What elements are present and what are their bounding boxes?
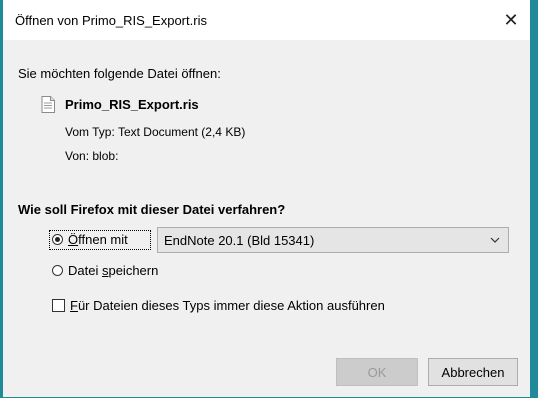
file-source-label: Von:: [65, 149, 90, 163]
chevron-down-icon: [490, 237, 500, 243]
application-select-value: EndNote 20.1 (Bld 15341): [164, 233, 315, 248]
dialog-title: Öffnen von Primo_RIS_Export.ris: [15, 13, 207, 28]
always-action-text: ür Dateien dieses Typs immer diese Aktio…: [77, 298, 385, 313]
prompt-text: Sie möchten folgende Datei öffnen:: [18, 66, 221, 81]
file-source-row: Von: blob:: [65, 149, 118, 163]
open-with-radio[interactable]: [52, 234, 63, 245]
always-action-accel: F: [70, 298, 78, 313]
save-file-label[interactable]: Datei speichern: [68, 263, 158, 278]
save-file-text-pre: Datei: [68, 263, 102, 278]
file-type-value: Text Document (2,4 KB): [117, 125, 246, 139]
open-with-text: ffnen mit: [78, 232, 128, 247]
title-bar: Öffnen von Primo_RIS_Export.ris ✕: [3, 0, 530, 40]
ok-button[interactable]: OK: [336, 358, 418, 386]
document-icon: [41, 96, 55, 113]
dialog-content: Sie möchten folgende Datei öffnen: Primo…: [3, 40, 530, 397]
open-with-label[interactable]: Öffnen mit: [68, 232, 128, 247]
dialog-window: Öffnen von Primo_RIS_Export.ris ✕ Sie mö…: [2, 0, 530, 397]
close-icon: ✕: [503, 9, 519, 30]
action-question: Wie soll Firefox mit dieser Datei verfah…: [18, 202, 286, 217]
file-type-row: Vom Typ: Text Document (2,4 KB): [65, 125, 245, 139]
cancel-button[interactable]: Abbrechen: [428, 358, 518, 386]
always-action-checkbox[interactable]: [52, 299, 65, 312]
file-source-value: blob:: [92, 149, 119, 163]
always-action-label[interactable]: Für Dateien dieses Typs immer diese Akti…: [70, 298, 385, 313]
open-with-accel: Ö: [68, 232, 79, 247]
save-file-text: peichern: [108, 263, 159, 278]
file-type-label: Vom Typ:: [65, 125, 115, 139]
save-file-radio[interactable]: [52, 265, 63, 276]
close-button[interactable]: ✕: [496, 6, 526, 34]
application-select[interactable]: EndNote 20.1 (Bld 15341): [157, 227, 509, 253]
file-name: Primo_RIS_Export.ris: [65, 97, 199, 112]
